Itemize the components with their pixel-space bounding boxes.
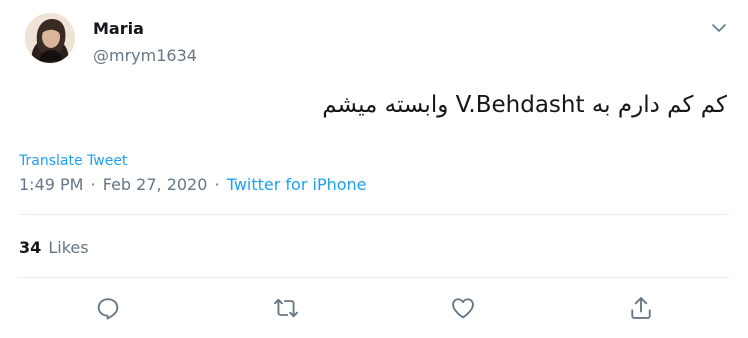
- tweet-text: کم کم دارم به V.Behdasht وابسته میشم: [322, 92, 727, 118]
- retweet-button[interactable]: [272, 294, 300, 322]
- handle[interactable]: @mrym1634: [93, 46, 197, 65]
- likes-stat[interactable]: 34 Likes: [19, 238, 89, 257]
- tweet-time[interactable]: 1:49 PM: [19, 175, 83, 194]
- tweet-date[interactable]: Feb 27, 2020: [103, 175, 208, 194]
- retweet-icon: [273, 298, 299, 318]
- tweet-source-link[interactable]: Twitter for iPhone: [227, 175, 367, 194]
- meta-separator: ·: [90, 175, 96, 194]
- share-button[interactable]: [627, 294, 655, 322]
- reply-icon: [97, 298, 119, 320]
- chevron-down-icon: [712, 24, 726, 32]
- divider: [19, 277, 729, 278]
- display-name[interactable]: Maria: [93, 19, 144, 38]
- heart-icon: [452, 298, 474, 319]
- likes-count: 34: [19, 238, 42, 257]
- likes-label: Likes: [48, 238, 89, 257]
- translate-tweet-link[interactable]: Translate Tweet: [19, 153, 127, 169]
- tweet-meta: 1:49 PM · Feb 27, 2020 · Twitter for iPh…: [19, 175, 367, 194]
- share-icon: [631, 297, 651, 319]
- divider: [19, 214, 729, 215]
- like-button[interactable]: [449, 294, 477, 322]
- meta-separator: ·: [214, 175, 220, 194]
- avatar[interactable]: [25, 13, 75, 63]
- reply-button[interactable]: [94, 294, 122, 322]
- avatar-photo: [25, 13, 75, 63]
- more-options-button[interactable]: [709, 20, 729, 36]
